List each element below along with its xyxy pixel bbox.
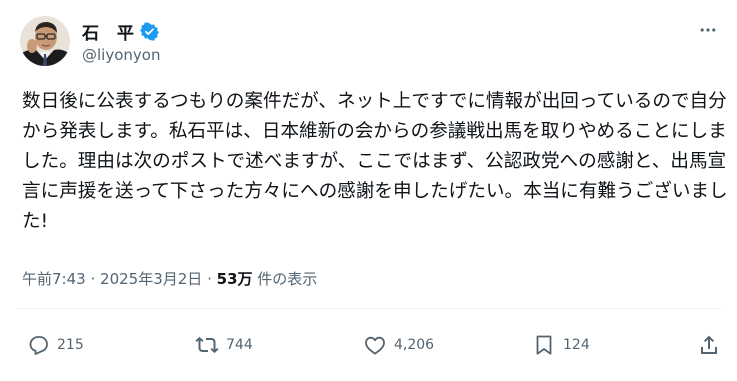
avatar[interactable] — [20, 16, 70, 66]
meta-separator: · — [207, 270, 212, 288]
like-button[interactable]: 4,206 — [363, 330, 434, 360]
share-icon — [701, 335, 717, 354]
bookmark-icon — [536, 335, 552, 355]
verified-badge-icon — [140, 21, 159, 41]
meta-separator: · — [90, 270, 96, 288]
author-name-row[interactable]: 石 平 — [82, 19, 159, 44]
share-button[interactable] — [697, 330, 721, 360]
avatar-image — [20, 16, 70, 66]
views-count: 53万 — [216, 270, 253, 288]
tweet-date[interactable]: 2025年3月2日 — [100, 270, 202, 288]
bookmark-count: 124 — [563, 337, 590, 353]
divider — [16, 308, 721, 309]
like-icon — [365, 336, 385, 355]
tweet-text: 数日後に公表するつもりの案件だが、ネット上ですでに情報が出回っているので自分から… — [22, 91, 728, 232]
repost-button[interactable]: 744 — [195, 330, 253, 360]
author-handle[interactable]: @liyonyon — [82, 46, 160, 64]
like-count: 4,206 — [394, 337, 435, 353]
tweet-card: 石 平 @liyonyon 数日後に公表するつもりの案件だが、ネット上ですでに情… — [0, 0, 737, 381]
more-options-icon — [700, 28, 716, 32]
tweet-meta: 午前7:43 · 2025年3月2日 · 53万 件の表示 — [22, 268, 317, 289]
views-label: 件の表示 — [257, 270, 318, 288]
repost-count: 744 — [226, 337, 253, 353]
reply-icon — [29, 336, 48, 355]
reply-button[interactable]: 215 — [26, 330, 84, 360]
reply-count: 215 — [57, 337, 84, 353]
action-bar: 215 744 4,206 124 — [0, 330, 737, 360]
more-options-button[interactable] — [693, 18, 723, 42]
author-display-name[interactable]: 石 平 — [82, 19, 140, 44]
repost-icon — [195, 336, 219, 354]
bookmark-button[interactable]: 124 — [532, 330, 590, 360]
tweet-time[interactable]: 午前7:43 — [22, 270, 86, 288]
